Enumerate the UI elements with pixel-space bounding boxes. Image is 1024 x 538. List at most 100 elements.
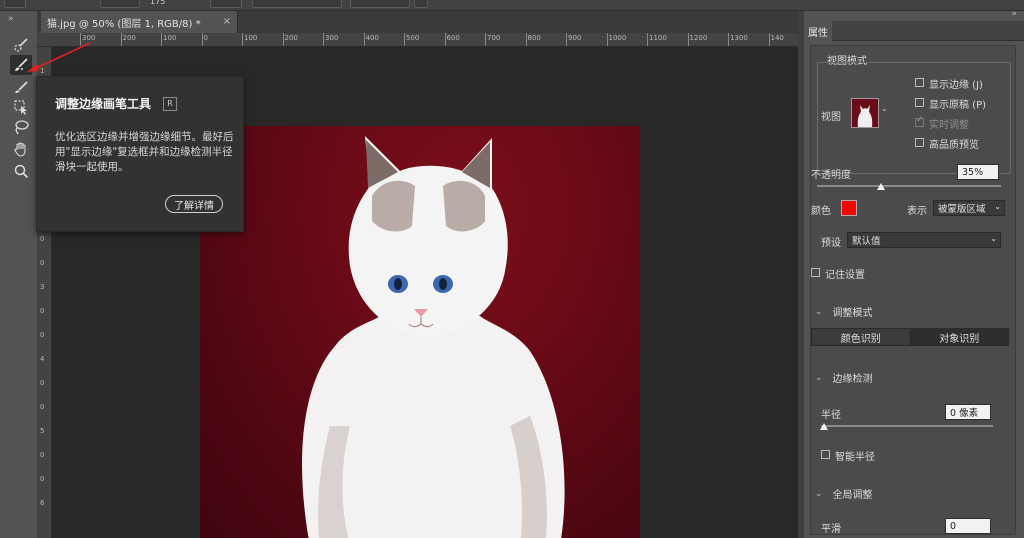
remember-settings-label: 记住设置 — [825, 270, 865, 281]
realtime-label: 实时调整 — [929, 120, 969, 131]
zoom-icon — [14, 164, 29, 179]
brush-size-value: 175 — [150, 0, 166, 6]
refine-mode-section[interactable]: ⌄ 调整模式 — [815, 304, 873, 320]
chevron-down-icon: ⌄ — [815, 488, 823, 499]
ruler-top-label: 800 — [527, 34, 541, 42]
document-tab[interactable]: 猫.jpg @ 50% (图层 1, RGB/8) * × — [41, 11, 238, 33]
ruler-top-tick — [161, 33, 162, 46]
ruler-top-tick — [444, 33, 446, 46]
ruler-top-tick — [606, 33, 608, 46]
indicates-label: 表示 — [907, 206, 927, 217]
ruler-top-label: 0 — [203, 34, 208, 42]
collapse-panel-icon[interactable]: » — [1011, 9, 1016, 19]
edge-detection-section[interactable]: ⌄ 边缘检测 — [815, 370, 873, 386]
radius-slider-track[interactable] — [821, 425, 993, 427]
tools-panel: » — [0, 11, 38, 538]
ruler-left-label: 0 — [40, 331, 45, 339]
refine-mode-title: 调整模式 — [832, 308, 873, 319]
tool-preset-picker[interactable] — [4, 0, 26, 8]
brush-tool[interactable] — [10, 77, 32, 97]
object-selection-icon — [14, 100, 27, 115]
radius-slider-thumb[interactable] — [820, 423, 828, 430]
color-label: 颜色 — [811, 206, 831, 217]
option-control-4[interactable] — [414, 0, 428, 8]
tooltip-title: 调整边缘画笔工具 R — [55, 95, 229, 112]
properties-panel: » 属性 视图模式 视图 ⌄ 显示边缘 (J) 显示原稿 (P) 实时调整 高品… — [804, 9, 1024, 538]
ruler-top-tick — [120, 33, 122, 46]
opacity-label: 不透明度 — [811, 170, 851, 181]
ruler-left-label: 0 — [40, 307, 45, 315]
collapse-icon[interactable]: » — [8, 14, 13, 24]
view-label: 视图 — [821, 112, 841, 123]
ruler-top-label: 600 — [446, 34, 460, 42]
hq-preview-checkbox[interactable] — [915, 138, 924, 147]
ruler-left-label: 4 — [40, 355, 45, 363]
ruler-top-tick — [323, 33, 324, 46]
remember-settings-checkbox[interactable] — [811, 268, 820, 277]
tooltip-shortcut-key: R — [163, 96, 178, 111]
overlay-color-swatch[interactable] — [841, 200, 857, 216]
hand-icon — [14, 142, 26, 157]
ruler-top-label: 300 — [325, 34, 339, 42]
smooth-input[interactable]: 0 — [945, 518, 991, 534]
opacity-slider-thumb[interactable] — [877, 183, 886, 190]
ruler-top-label: 200 — [122, 34, 136, 42]
opacity-input[interactable]: 35% — [957, 164, 999, 180]
preset-select[interactable]: 默认值 ⌄ — [847, 232, 1001, 248]
ruler-top-tick — [404, 33, 405, 46]
ruler-top-label: 200 — [284, 34, 298, 42]
tooltip-title-text: 调整边缘画笔工具 — [55, 97, 152, 111]
ruler-top-label: 500 — [406, 34, 420, 42]
ruler-left-label: 0 — [40, 235, 45, 243]
ruler-top-tick — [687, 33, 689, 46]
chevron-down-icon: ⌄ — [990, 234, 997, 243]
cat-photo[interactable] — [200, 126, 640, 538]
zoom-tool[interactable] — [10, 161, 32, 181]
view-mode-dropdown-icon[interactable]: ⌄ — [881, 104, 888, 113]
opacity-slider-track[interactable] — [817, 185, 1001, 187]
tool-tooltip: 调整边缘画笔工具 R 优化选区边缘并增强边缘细节。最好后用"显示边缘"复选框并和… — [36, 76, 244, 232]
edge-detection-title: 边缘检测 — [832, 374, 873, 385]
color-aware-option[interactable]: 颜色识别 — [812, 329, 910, 345]
ruler-top-tick — [242, 33, 243, 46]
ruler-top-label: 900 — [568, 34, 582, 42]
view-mode-thumbnail[interactable] — [851, 98, 879, 128]
indicates-value: 被蒙版区域 — [938, 204, 986, 215]
ruler-left-label: 6 — [40, 499, 45, 507]
learn-more-button[interactable]: 了解详情 — [165, 195, 223, 213]
show-original-checkbox[interactable] — [915, 98, 924, 107]
brush-size-picker[interactable] — [100, 0, 140, 8]
ruler-top-label: 1100 — [649, 34, 667, 42]
global-refinements-section[interactable]: ⌄ 全局调整 — [815, 486, 873, 502]
ruler-top-label: 700 — [487, 34, 501, 42]
indicates-select[interactable]: 被蒙版区域 ⌄ — [933, 200, 1005, 216]
lasso-tool[interactable] — [10, 117, 32, 137]
object-aware-option[interactable]: 对象识别 — [909, 329, 1008, 345]
ruler-top-tick — [566, 33, 567, 46]
tab-properties[interactable]: 属性 — [804, 21, 832, 41]
close-icon[interactable]: × — [223, 16, 231, 27]
ruler-top-tick — [525, 33, 527, 46]
annotation-arrow-icon — [27, 42, 91, 72]
cat-image — [302, 136, 565, 538]
show-edge-checkbox[interactable] — [915, 78, 924, 87]
option-control-3[interactable] — [350, 0, 410, 8]
hq-preview-label: 高品质预览 — [929, 140, 979, 151]
ruler-top-label: 400 — [365, 34, 379, 42]
object-selection-tool[interactable] — [10, 97, 32, 117]
preset-value: 默认值 — [852, 236, 881, 247]
document-tab-title: 猫.jpg @ 50% (图层 1, RGB/8) * — [47, 18, 201, 30]
properties-content: 视图模式 视图 ⌄ 显示边缘 (J) 显示原稿 (P) 实时调整 高品质预览 不… — [810, 45, 1016, 535]
radius-input[interactable]: 0 像素 — [945, 404, 991, 420]
option-control-2[interactable] — [252, 0, 342, 8]
smart-radius-checkbox[interactable] — [821, 450, 830, 459]
option-control-1[interactable] — [210, 0, 242, 8]
realtime-checkbox[interactable] — [915, 115, 924, 127]
hand-tool[interactable] — [10, 139, 32, 159]
cat-thumbnail-icon — [857, 105, 873, 127]
ruler-left-label: 3 — [40, 283, 45, 291]
show-edge-label: 显示边缘 (J) — [929, 80, 983, 91]
smart-radius-label: 智能半径 — [835, 452, 875, 463]
chevron-down-icon: ⌄ — [815, 306, 823, 317]
brush-icon — [15, 81, 28, 93]
